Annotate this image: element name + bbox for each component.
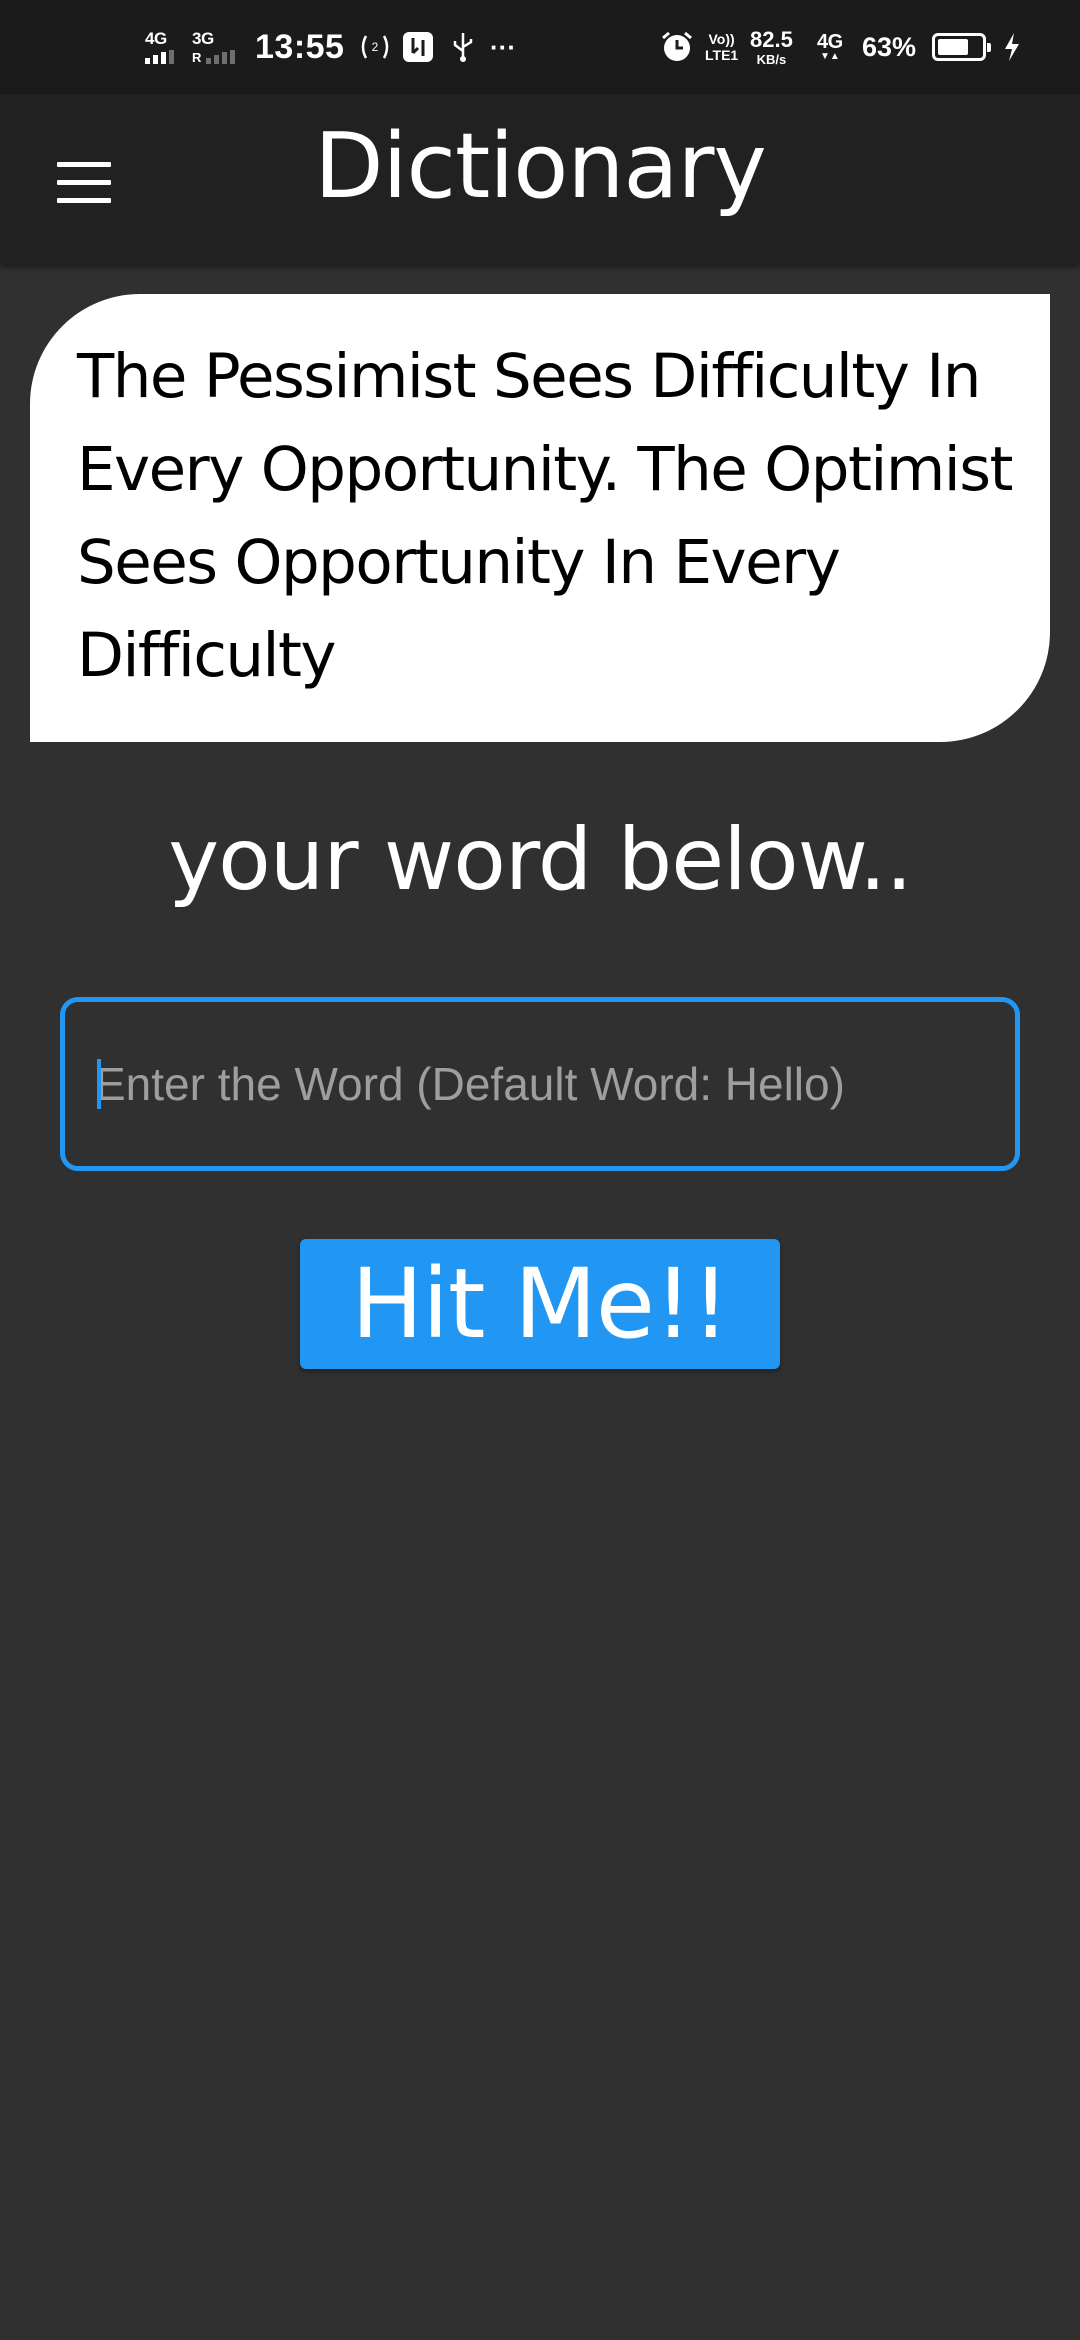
roaming-label: R	[192, 50, 201, 65]
text-cursor	[97, 1059, 101, 1109]
network-speed-value: 82.5	[750, 26, 793, 52]
volte-icon: Vo)) LTE1	[705, 0, 738, 94]
svg-text:2: 2	[372, 40, 379, 54]
app-title: Dictionary	[314, 114, 767, 219]
word-prompt: your word below..	[168, 810, 913, 910]
volte-top-label: Vo))	[708, 31, 735, 47]
quote-text: The Pessimist Sees Difficulty In Every O…	[77, 341, 1013, 691]
quote-card: The Pessimist Sees Difficulty In Every O…	[30, 294, 1050, 742]
status-time: 13:55	[255, 27, 345, 66]
signal-sim1-label: 4G	[145, 29, 167, 48]
signal-strength-sim2-icon: 3G R	[192, 0, 235, 94]
network-speed-unit: KB/s	[756, 51, 787, 67]
hit-me-button[interactable]: Hit Me!!	[300, 1239, 780, 1369]
word-input[interactable]	[95, 1002, 995, 1166]
alarm-icon	[660, 0, 694, 94]
battery-percent-label: 63%	[862, 31, 917, 62]
mobile-data-icon: 4G ▼▲	[817, 31, 843, 62]
word-input-field[interactable]	[60, 997, 1020, 1171]
signal-strength-sim1-icon: 4G	[145, 0, 174, 94]
mobile-data-label: 4G	[817, 31, 843, 53]
clock: 13:55	[255, 0, 344, 94]
battery-icon	[932, 0, 991, 94]
more-notifications-label: ···	[490, 31, 516, 62]
signal-sim2-label: 3G	[192, 29, 214, 48]
charging-icon	[1003, 0, 1021, 94]
usb-icon	[450, 0, 476, 94]
network-speed: 82.5 KB/s	[750, 0, 793, 94]
app-bar: Dictionary	[0, 94, 1080, 264]
battery-percent: 63%	[862, 0, 916, 94]
status-bar: 4G 3G R 13:55 2 ··· Vo)) LTE1 82.5 KB/s …	[0, 0, 1080, 94]
more-notifications-icon: ···	[490, 0, 516, 94]
dictionary-screen: 4G 3G R 13:55 2 ··· Vo)) LTE1 82.5 KB/s …	[0, 0, 1080, 2340]
volte-bottom-label: LTE1	[705, 47, 739, 63]
hotspot-icon: 2	[358, 0, 392, 94]
usb-debug-icon	[402, 0, 434, 94]
